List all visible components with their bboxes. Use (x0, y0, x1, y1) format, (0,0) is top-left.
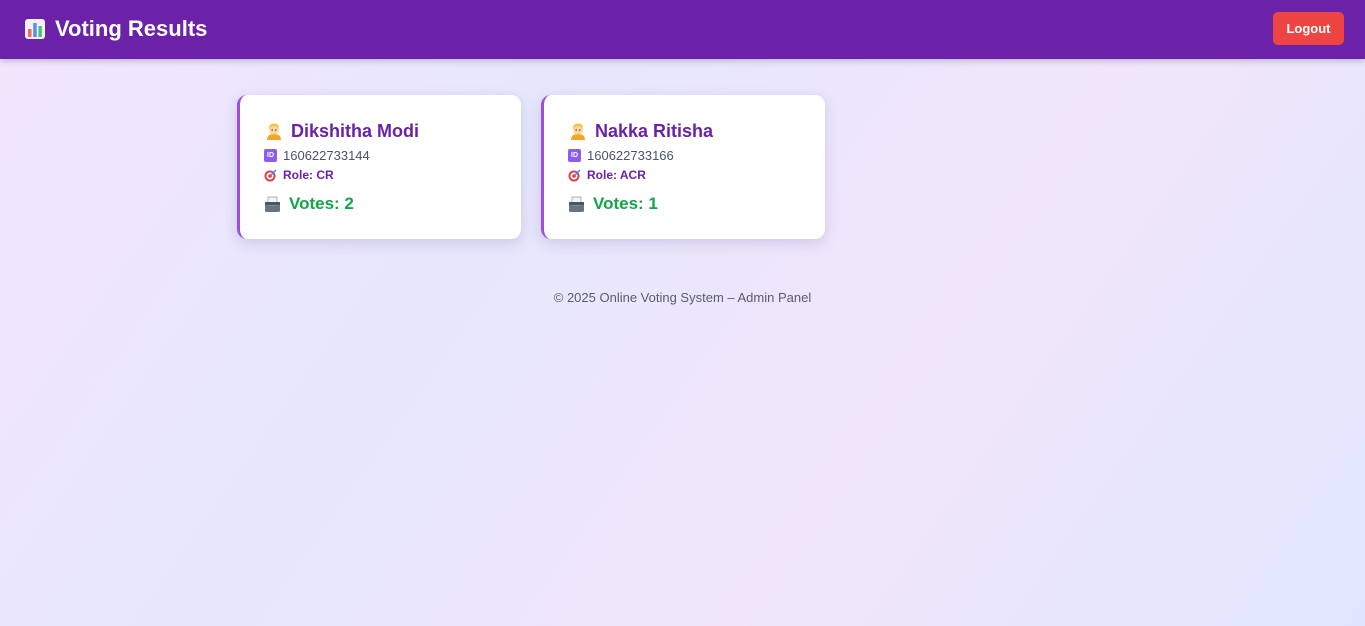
candidate-card: Nakka Ritisha ID 160622733166 Role: ACR … (541, 95, 825, 239)
candidate-votes: Votes: 1 (568, 193, 658, 215)
footer-text: © 2025 Online Voting System – Admin Pane… (553, 290, 812, 305)
candidate-role-text: Role: CR (283, 168, 334, 182)
candidate-id-text: 160622733166 (587, 147, 674, 163)
candidate-votes-text: Votes: 2 (289, 194, 354, 213)
candidate-id: ID 160622733144 (264, 147, 370, 163)
candidate-role-text: Role: ACR (587, 168, 646, 182)
candidate-votes: Votes: 2 (264, 193, 354, 215)
id-icon: ID (568, 148, 581, 162)
target-icon (568, 169, 581, 181)
candidate-name-text: Dikshitha Modi (291, 120, 420, 141)
person-icon (267, 123, 281, 140)
footer: © 2025 Online Voting System – Admin Pane… (0, 290, 1365, 305)
target-icon (264, 169, 277, 181)
candidate-name-text: Nakka Ritisha (595, 120, 714, 141)
page-title: Voting Results (55, 16, 208, 41)
candidate-card: Dikshitha Modi ID 160622733144 Role: CR … (237, 95, 521, 239)
candidate-name: Dikshitha Modi (264, 119, 419, 143)
person-icon (571, 123, 585, 140)
top-bar: Voting Results Logout (0, 0, 1365, 59)
app-title: Voting Results (24, 14, 207, 44)
ballot-box-icon (265, 196, 280, 212)
candidate-name: Nakka Ritisha (568, 119, 713, 143)
candidate-id: ID 160622733166 (568, 147, 674, 163)
ballot-box-icon (569, 196, 584, 212)
candidate-id-text: 160622733144 (283, 147, 370, 163)
bar-chart-icon (25, 19, 45, 39)
id-icon: ID (264, 148, 277, 162)
logout-button[interactable]: Logout (1273, 12, 1344, 45)
candidate-role: Role: ACR (568, 167, 646, 183)
candidate-votes-text: Votes: 1 (593, 194, 658, 213)
candidate-role: Role: CR (264, 167, 334, 183)
